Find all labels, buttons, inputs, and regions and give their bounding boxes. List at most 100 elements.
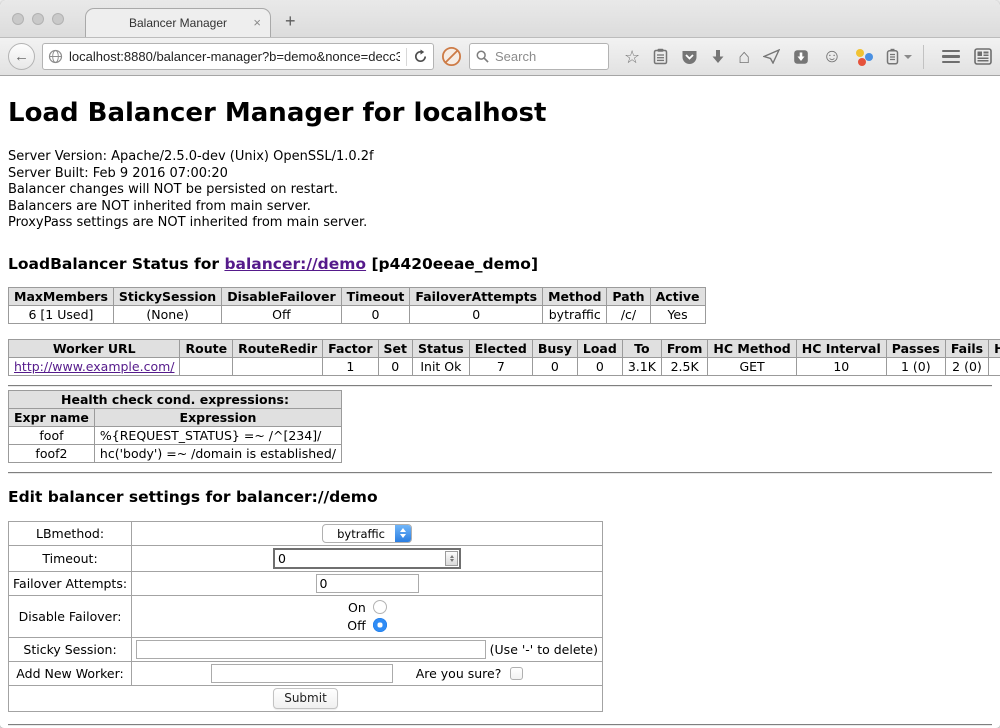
column-header: Path — [607, 287, 650, 305]
column-header: To — [622, 339, 661, 357]
lbmethod-cell: bytraffic — [132, 521, 603, 545]
failover-off-radio[interactable] — [373, 618, 387, 632]
cell: bytraffic — [543, 305, 607, 323]
tab-close-icon[interactable]: × — [253, 15, 261, 30]
sticky-session-input[interactable] — [136, 640, 486, 659]
column-header: StickySession — [113, 287, 221, 305]
cell: (None) — [113, 305, 221, 323]
battery-panel-icon[interactable] — [886, 48, 899, 65]
bookmarks-clipboard-icon[interactable] — [653, 48, 668, 65]
timeout-input[interactable] — [273, 548, 461, 569]
column-header: Expr name — [9, 408, 95, 426]
table-header-row: Expr name Expression — [9, 408, 342, 426]
table-header-row: Worker URL Route RouteRedir Factor Set S… — [9, 339, 1000, 357]
column-header: RouteRedir — [233, 339, 323, 357]
url-bar[interactable]: localhost:8880/balancer-manager?b=demo&n… — [42, 43, 434, 70]
zoom-window-button[interactable] — [52, 13, 64, 25]
menu-icon[interactable] — [942, 50, 960, 64]
cell: 7 — [469, 357, 532, 375]
submit-button[interactable]: Submit — [273, 688, 338, 709]
column-header: HC Interval — [796, 339, 886, 357]
confirm-checkbox[interactable] — [510, 667, 523, 680]
window-controls — [12, 13, 64, 25]
cell: 1 — [323, 357, 378, 375]
home-icon[interactable]: ⌂ — [738, 48, 750, 66]
column-header: DisableFailover — [222, 287, 341, 305]
cell: GET — [708, 357, 796, 375]
form-row: Sticky Session: (Use '-' to delete) — [9, 637, 603, 661]
cell: Off — [222, 305, 341, 323]
url-divider — [406, 48, 407, 66]
column-header: Expression — [94, 408, 341, 426]
table-header-row: MaxMembers StickySession DisableFailover… — [9, 287, 706, 305]
cell: 2 (0) — [945, 357, 988, 375]
close-window-button[interactable] — [12, 13, 24, 25]
panel-download-icon[interactable] — [793, 49, 809, 65]
server-info-line: Server Version: Apache/2.5.0-dev (Unix) … — [8, 149, 992, 166]
pocket-icon[interactable] — [681, 49, 698, 65]
bookmark-star-icon[interactable]: ☆ — [624, 48, 640, 66]
table-header-row: Health check cond. expressions: — [9, 390, 342, 408]
cell: 3.1K — [622, 357, 661, 375]
cell: foof2 — [9, 444, 95, 462]
form-row: Submit — [9, 685, 603, 711]
cell — [233, 357, 323, 375]
back-button[interactable]: ← — [8, 43, 35, 70]
column-header: Passes — [886, 339, 945, 357]
timeout-input-field[interactable] — [275, 551, 445, 566]
content-blocker-icon[interactable] — [441, 46, 462, 67]
column-header: Worker URL — [9, 339, 180, 357]
column-header: Active — [650, 287, 705, 305]
column-header: Status — [413, 339, 470, 357]
status-heading-prefix: LoadBalancer Status for — [8, 255, 224, 273]
worker-table: Worker URL Route RouteRedir Factor Set S… — [8, 339, 1000, 376]
cell: 0 — [532, 357, 577, 375]
add-worker-input[interactable] — [211, 664, 393, 683]
add-worker-cell: Are you sure? — [132, 661, 603, 685]
sticky-session-cell: (Use '-' to delete) — [132, 637, 603, 661]
colored-dots-icon[interactable] — [855, 48, 873, 66]
browser-window: Balancer Manager × + ← localhost:8880/ba… — [0, 0, 1000, 728]
form-row: LBmethod: bytraffic — [9, 521, 603, 545]
lbmethod-select[interactable]: bytraffic — [322, 524, 412, 543]
tab-balancer-manager[interactable]: Balancer Manager × — [85, 8, 271, 37]
submit-cell: Submit — [9, 685, 603, 711]
navigation-toolbar: ← localhost:8880/balancer-manager?b=demo… — [0, 37, 1000, 76]
search-bar[interactable]: Search — [469, 43, 609, 70]
balancer-link[interactable]: balancer://demo — [224, 255, 366, 273]
table-row: 6 [1 Used] (None) Off 0 0 bytraffic /c/ … — [9, 305, 706, 323]
cell — [989, 357, 1000, 375]
server-info: Server Version: Apache/2.5.0-dev (Unix) … — [8, 149, 992, 232]
failover-attempts-input[interactable] — [316, 574, 419, 593]
form-row: Add New Worker: Are you sure? — [9, 661, 603, 685]
chat-smiley-icon[interactable]: ☺ — [822, 48, 841, 66]
new-tab-button[interactable]: + — [285, 11, 296, 32]
server-info-line: Balancer changes will NOT be persisted o… — [8, 182, 992, 199]
search-icon — [476, 50, 489, 63]
worker-url-link[interactable]: http://www.example.com/ — [14, 359, 174, 374]
lbmethod-selected-value: bytraffic — [323, 525, 395, 542]
downloads-icon[interactable] — [711, 49, 725, 65]
reload-icon[interactable] — [413, 49, 428, 64]
column-header: Load — [577, 339, 622, 357]
balancer-status-table: MaxMembers StickySession DisableFailover… — [8, 287, 706, 324]
off-label: Off — [347, 618, 365, 633]
send-icon[interactable] — [763, 49, 780, 64]
failover-on-radio[interactable] — [373, 600, 387, 614]
table-row: foof2 hc('body') =~ /domain is establish… — [9, 444, 342, 462]
column-header: HC Method — [708, 339, 796, 357]
form-row: Failover Attempts: — [9, 571, 603, 595]
number-spinner-icon[interactable] — [445, 551, 458, 566]
column-header: Fails — [945, 339, 988, 357]
minimize-window-button[interactable] — [32, 13, 44, 25]
disable-failover-label: Disable Failover: — [9, 595, 132, 637]
failover-attempts-label: Failover Attempts: — [9, 571, 132, 595]
cell: %{REQUEST_STATUS} =~ /^[234]/ — [94, 426, 341, 444]
column-header: Factor — [323, 339, 378, 357]
status-heading: LoadBalancer Status for balancer://demo … — [8, 255, 992, 273]
dropdown-caret-icon[interactable] — [904, 55, 912, 59]
balancer-settings-form: LBmethod: bytraffic Timeout: — [8, 521, 603, 712]
tiles-addon-icon[interactable] — [974, 48, 992, 65]
cell: 2.5K — [661, 357, 708, 375]
health-check-table: Health check cond. expressions: Expr nam… — [8, 390, 342, 463]
